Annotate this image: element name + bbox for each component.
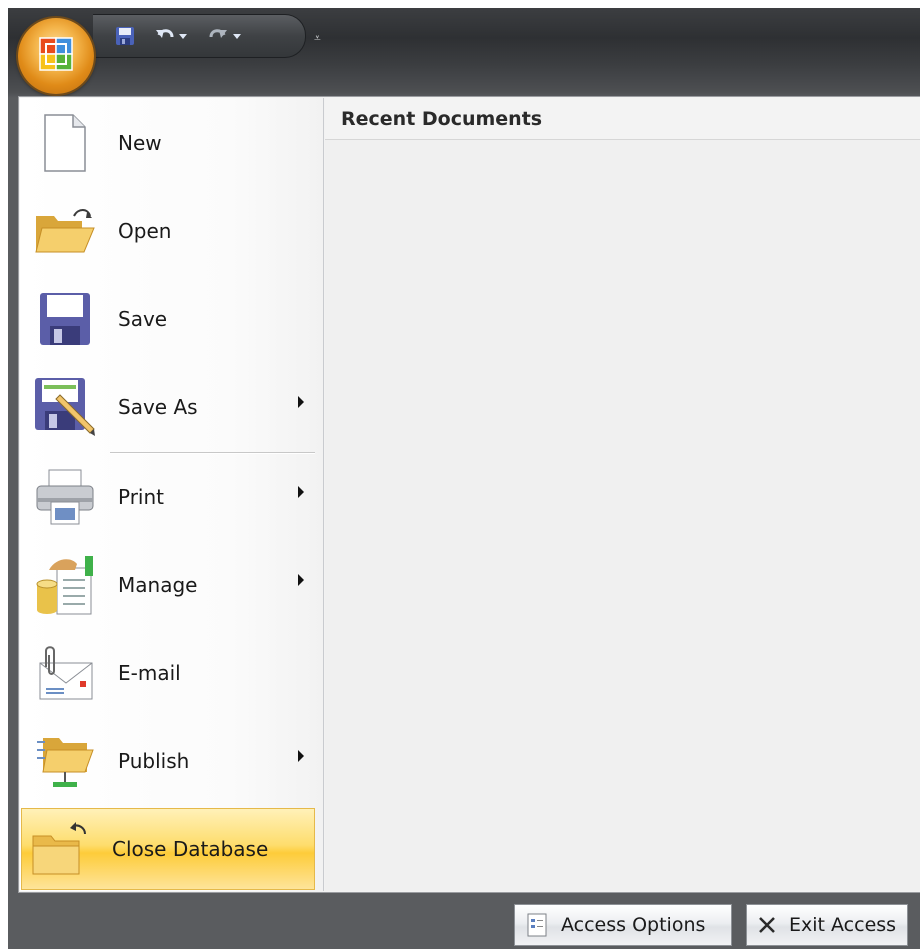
submenu-arrow-icon bbox=[298, 396, 304, 408]
floppy-disk-icon bbox=[40, 293, 90, 345]
menu-item-label: New bbox=[118, 131, 162, 155]
save-quick-button[interactable] bbox=[115, 25, 135, 47]
menu-item-save[interactable]: Save bbox=[28, 278, 316, 360]
email-icon bbox=[39, 646, 93, 700]
customize-quick-access-icon[interactable]: ⩡ bbox=[314, 32, 321, 44]
menu-item-label: Close Database bbox=[112, 837, 269, 861]
menu-item-label: Print bbox=[118, 485, 165, 509]
exit-access-button[interactable]: Exit Access bbox=[746, 904, 908, 946]
menu-item-label: Manage bbox=[118, 573, 198, 597]
menu-item-close-database[interactable]: Close Database bbox=[21, 808, 315, 890]
open-folder-icon bbox=[35, 209, 95, 253]
exit-access-label: Exit Access bbox=[789, 914, 897, 936]
quick-access-toolbar bbox=[93, 14, 306, 58]
application-window: ⩡ New Open Save Save As Print Manage E-m… bbox=[8, 8, 920, 949]
submenu-arrow-icon bbox=[298, 750, 304, 762]
menu-item-save-as[interactable]: Save As bbox=[28, 366, 316, 448]
undo-icon bbox=[156, 29, 187, 39]
save-icon bbox=[116, 27, 134, 45]
close-folder-icon bbox=[32, 822, 86, 875]
menu-item-label: Publish bbox=[118, 749, 190, 773]
office-button[interactable] bbox=[18, 18, 94, 94]
menu-item-label: Open bbox=[118, 219, 172, 243]
publish-folder-icon bbox=[37, 738, 94, 787]
menu-item-label: Save bbox=[118, 307, 168, 331]
office-logo-icon bbox=[39, 37, 73, 71]
access-options-button[interactable]: Access Options bbox=[514, 904, 732, 946]
menu-item-print[interactable]: Print bbox=[28, 456, 316, 538]
menu-item-publish[interactable]: Publish bbox=[28, 720, 316, 802]
access-options-label: Access Options bbox=[561, 914, 706, 936]
save-as-icon bbox=[35, 378, 95, 436]
menu-item-label: E-mail bbox=[118, 661, 181, 685]
manage-database-icon bbox=[36, 556, 93, 615]
menu-item-email[interactable]: E-mail bbox=[28, 632, 316, 714]
options-document-icon bbox=[527, 913, 547, 937]
recent-documents-title: Recent Documents bbox=[325, 98, 920, 140]
undo-quick-button[interactable] bbox=[155, 25, 189, 47]
submenu-arrow-icon bbox=[298, 574, 304, 586]
redo-quick-button[interactable] bbox=[207, 25, 245, 47]
menu-item-new[interactable]: New bbox=[28, 102, 316, 184]
office-menu: New Open Save Save As Print Manage E-mai… bbox=[18, 96, 920, 893]
menu-item-manage[interactable]: Manage bbox=[28, 544, 316, 626]
close-x-icon bbox=[759, 917, 775, 933]
recent-documents-panel: Recent Documents bbox=[325, 98, 920, 891]
submenu-arrow-icon bbox=[298, 486, 304, 498]
command-list: New Open Save Save As Print Manage E-mai… bbox=[20, 98, 324, 891]
redo-icon bbox=[209, 29, 241, 39]
printer-icon bbox=[36, 469, 94, 525]
menu-separator bbox=[110, 452, 315, 453]
menu-item-label: Save As bbox=[118, 395, 198, 419]
menu-item-open[interactable]: Open bbox=[28, 190, 316, 272]
new-document-icon bbox=[44, 114, 86, 172]
